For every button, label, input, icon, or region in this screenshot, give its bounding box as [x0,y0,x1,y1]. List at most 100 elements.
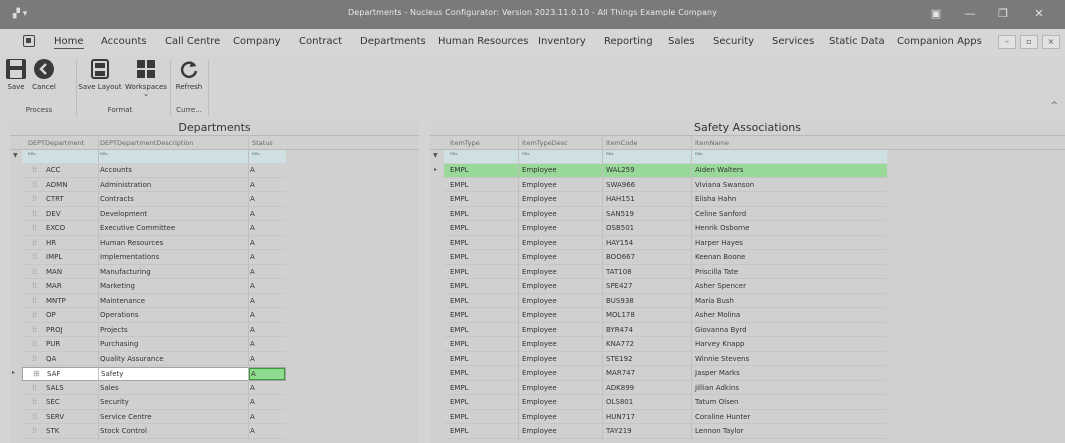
table-row[interactable]: ⁞⁞ HR Human Resources A [22,237,286,250]
tab-security[interactable]: Security [713,36,754,47]
table-row[interactable]: ⁞⁞ CTRT Contracts A [22,193,286,207]
grip-icon[interactable]: ⁞⁞ [32,354,37,363]
table-row[interactable]: EMPL Employee OSB501 Henrik Osborne [444,222,887,236]
grip-icon[interactable]: ⁞⁞ [32,325,37,334]
grip-icon[interactable]: ⁞⁞ [32,267,37,276]
table-row[interactable]: EMPL Employee ADK899 Jillian Adkins [444,382,887,395]
app-menu-icon[interactable] [23,35,35,47]
minimize-button[interactable]: — [958,5,982,23]
grip-icon[interactable]: ⁞⁞ [32,165,37,174]
grip-icon[interactable]: ⁞⁞ [32,252,37,261]
table-row[interactable]: ⁞⁞ PROJ Projects A [22,324,286,337]
table-row[interactable]: EMPL Employee SAN519 Celine Sanford [444,208,887,221]
tab-sales[interactable]: Sales [668,36,695,47]
column-header-item-code[interactable]: ItemCode [606,139,637,147]
table-row[interactable]: ⊞ SAF Safety A [22,367,286,381]
filter-item-code[interactable]: ᴿᴮᶜ [606,151,614,159]
table-row[interactable]: EMPL Employee SPE427 Asher Spencer [444,280,887,294]
table-row[interactable]: EMPL Employee WAL259 Aiden Walters [444,164,887,178]
table-row[interactable]: EMPL Employee OLS801 Tatum Olsen [444,396,887,410]
filter-department[interactable]: ᴿᴮᶜ [28,151,36,159]
filter-item-type-desc[interactable]: ᴿᴮᶜ [522,151,530,159]
close-button[interactable]: ✕ [1027,5,1051,23]
table-row[interactable]: EMPL Employee BYR474 Giovanna Byrd [444,324,887,337]
tab-static-data[interactable]: Static Data [829,36,885,47]
grip-icon[interactable]: ⁞⁞ [32,412,37,421]
table-row[interactable]: EMPL Employee MAR747 Jasper Marks [444,367,887,381]
restore-button[interactable]: ❐ [991,5,1015,23]
table-row[interactable]: EMPL Employee HAH151 Elisha Hahn [444,193,887,207]
table-row[interactable]: ⁞⁞ ACC Accounts A [22,164,286,178]
table-row[interactable]: EMPL Employee MOL178 Asher Molina [444,309,887,323]
table-row[interactable]: ⁞⁞ PUR Purchasing A [22,338,286,352]
filter-description[interactable]: ᴿᴮᶜ [100,151,108,159]
filter-item-name[interactable]: ᴿᴮᶜ [695,151,703,159]
grip-icon[interactable]: ⁞⁞ [32,310,37,319]
grip-icon[interactable]: ⁞⁞ [32,339,37,348]
table-row[interactable]: EMPL Employee BOO667 Keenan Boone [444,251,887,265]
table-row[interactable]: ⁞⁞ SALS Sales A [22,382,286,395]
grip-icon[interactable]: ⁞⁞ [32,296,37,305]
column-header-item-type[interactable]: ItemType [450,139,480,147]
table-row[interactable]: ⁞⁞ QA Quality Assurance A [22,353,286,366]
tab-departments[interactable]: Departments [360,36,426,47]
table-row[interactable]: EMPL Employee HUN717 Coraline Hunter [444,411,887,424]
workspaces-button[interactable]: Workspaces ⌄ [124,58,168,98]
grip-icon[interactable]: ⁞⁞ [32,223,37,232]
table-row[interactable]: ⁞⁞ SERV Service Centre A [22,411,286,424]
cancel-button[interactable]: Cancel [31,58,57,91]
save-layout-button[interactable]: Save Layout [78,58,122,91]
grip-icon[interactable]: ⁞⁞ [32,194,37,203]
grip-icon[interactable]: ⁞⁞ [32,383,37,392]
table-row[interactable]: EMPL Employee BUS938 Maria Bush [444,295,887,308]
sub-minimize-button[interactable]: – [998,35,1016,49]
table-row[interactable]: EMPL Employee KNA772 Harvey Knapp [444,338,887,352]
tab-company[interactable]: Company [233,36,281,47]
table-row[interactable]: ⁞⁞ EXCO Executive Committee A [22,222,286,236]
sub-close-button[interactable]: × [1042,35,1060,49]
column-header-status[interactable]: Status [252,139,273,147]
column-divider[interactable] [602,136,603,440]
collapse-ribbon-icon[interactable]: ^ [1050,101,1058,111]
table-row[interactable]: ⁞⁞ DEV Development A [22,208,286,221]
grip-icon[interactable]: ⁞⁞ [32,209,37,218]
table-row[interactable]: EMPL Employee HAY154 Harper Hayes [444,237,887,250]
tab-reporting[interactable]: Reporting [604,36,653,47]
column-divider[interactable] [691,136,692,440]
grip-icon[interactable]: ⁞⁞ [32,426,37,435]
table-row[interactable]: ⁞⁞ MAN Manufacturing A [22,266,286,279]
table-row[interactable]: ⁞⁞ OP Operations A [22,309,286,323]
filter-item-type[interactable]: ᴿᴮᶜ [450,151,458,159]
column-divider[interactable] [248,136,249,440]
grip-icon[interactable]: ⁞⁞ [32,281,37,290]
table-row[interactable]: EMPL Employee TAT108 Priscilla Tate [444,266,887,279]
tab-human-resources[interactable]: Human Resources [438,36,528,47]
sub-restore-button[interactable]: ▫ [1020,35,1038,49]
monitor-icon[interactable]: ▣ [924,5,948,23]
tab-accounts[interactable]: Accounts [101,36,147,47]
table-row[interactable]: ⁞⁞ IMPL Implementations A [22,251,286,265]
refresh-button[interactable]: Refresh [172,58,206,91]
table-row[interactable]: EMPL Employee SWA966 Viviana Swanson [444,179,887,192]
table-row[interactable]: ⁞⁞ MAR Marketing A [22,280,286,294]
filter-funnel-icon[interactable]: ▼ [433,152,438,159]
save-button[interactable]: Save [3,58,29,91]
filter-status[interactable]: ᴿᴮᶜ [252,151,260,159]
table-row[interactable]: EMPL Employee TAY219 Lennon Taylor [444,425,887,439]
column-header-description[interactable]: DEPTDepartmentDescription [100,139,193,147]
grip-icon[interactable]: ⁞⁞ [32,180,37,189]
column-header-item-type-desc[interactable]: ItemTypeDesc [522,139,568,147]
table-row[interactable]: EMPL Employee STE192 Winnie Stevens [444,353,887,366]
tab-inventory[interactable]: Inventory [538,36,586,47]
table-row[interactable]: ⁞⁞ STK Stock Control A [22,425,286,439]
column-header-item-name[interactable]: ItemName [695,139,729,147]
table-row[interactable]: ⁞⁞ ADMN Administration A [22,179,286,192]
column-header-department[interactable]: DEPTDepartment [28,139,84,147]
grip-icon[interactable]: ⁞⁞ [32,238,37,247]
tab-call-centre[interactable]: Call Centre [165,36,220,47]
tab-contract[interactable]: Contract [299,36,342,47]
tab-companion-apps[interactable]: Companion Apps [897,36,982,47]
tab-home[interactable]: Home [54,36,84,49]
column-divider[interactable] [518,136,519,440]
tab-services[interactable]: Services [772,36,814,47]
